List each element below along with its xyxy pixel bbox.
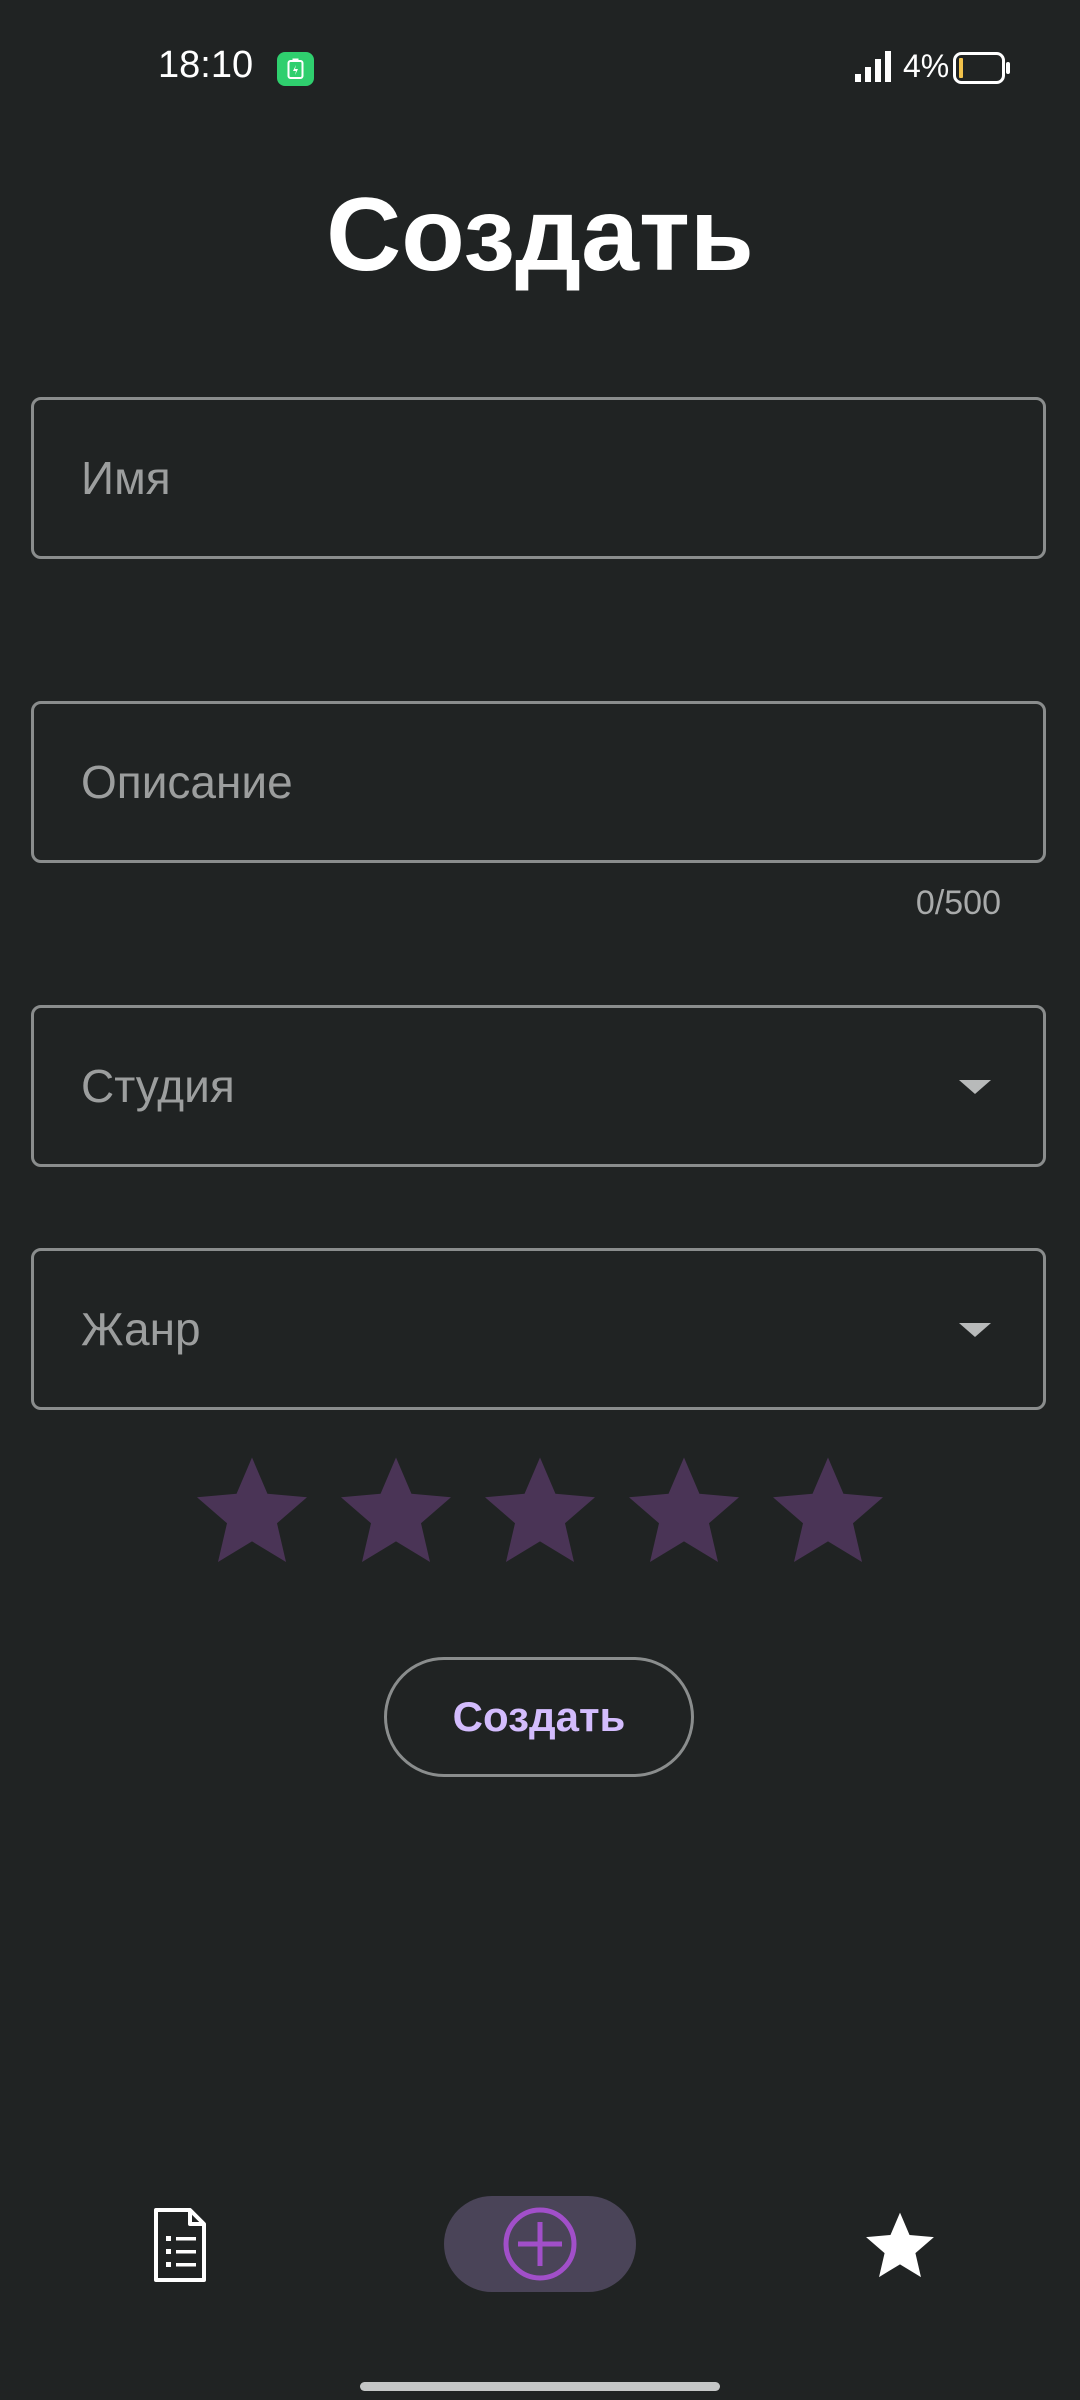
bottom-navigation — [0, 2170, 1080, 2320]
description-input-placeholder: Описание — [81, 756, 293, 808]
create-screen: 18:10 4% Создать Имя Описание 0/500 Студ… — [0, 0, 1080, 2400]
rating-star-3[interactable] — [478, 1450, 602, 1570]
nav-item-favorites[interactable] — [850, 2195, 950, 2295]
description-char-counter: 0/500 — [915, 884, 1001, 922]
status-bar: 18:10 4% — [0, 0, 1080, 130]
genre-select-placeholder: Жанр — [81, 1303, 201, 1355]
rating-star-1[interactable] — [190, 1450, 314, 1570]
rating-stars — [0, 1450, 1080, 1580]
name-input[interactable]: Имя — [31, 397, 1046, 559]
nav-item-list[interactable] — [130, 2195, 230, 2295]
status-time: 18:10 — [158, 44, 254, 86]
nav-item-create[interactable] — [444, 2196, 636, 2292]
add-circle-icon — [503, 2207, 577, 2281]
battery-low-icon — [953, 52, 1011, 89]
signal-bars-icon — [855, 50, 895, 87]
rating-star-2[interactable] — [334, 1450, 458, 1570]
dropdown-arrow-icon — [959, 1323, 991, 1337]
genre-select[interactable]: Жанр — [31, 1248, 1046, 1410]
description-input[interactable]: Описание — [31, 701, 1046, 863]
home-indicator[interactable] — [360, 2382, 720, 2391]
dropdown-arrow-icon — [959, 1080, 991, 1094]
rating-star-4[interactable] — [622, 1450, 746, 1570]
create-button[interactable]: Создать — [384, 1657, 694, 1777]
name-input-placeholder: Имя — [81, 452, 171, 504]
page-title: Создать — [326, 177, 754, 293]
studio-select-placeholder: Студия — [81, 1060, 235, 1112]
rating-star-5[interactable] — [766, 1450, 890, 1570]
studio-select[interactable]: Студия — [31, 1005, 1046, 1167]
star-icon — [866, 2212, 934, 2278]
battery-saver-icon — [277, 52, 314, 86]
document-list-icon — [154, 2208, 206, 2282]
battery-percent: 4% — [903, 48, 950, 84]
